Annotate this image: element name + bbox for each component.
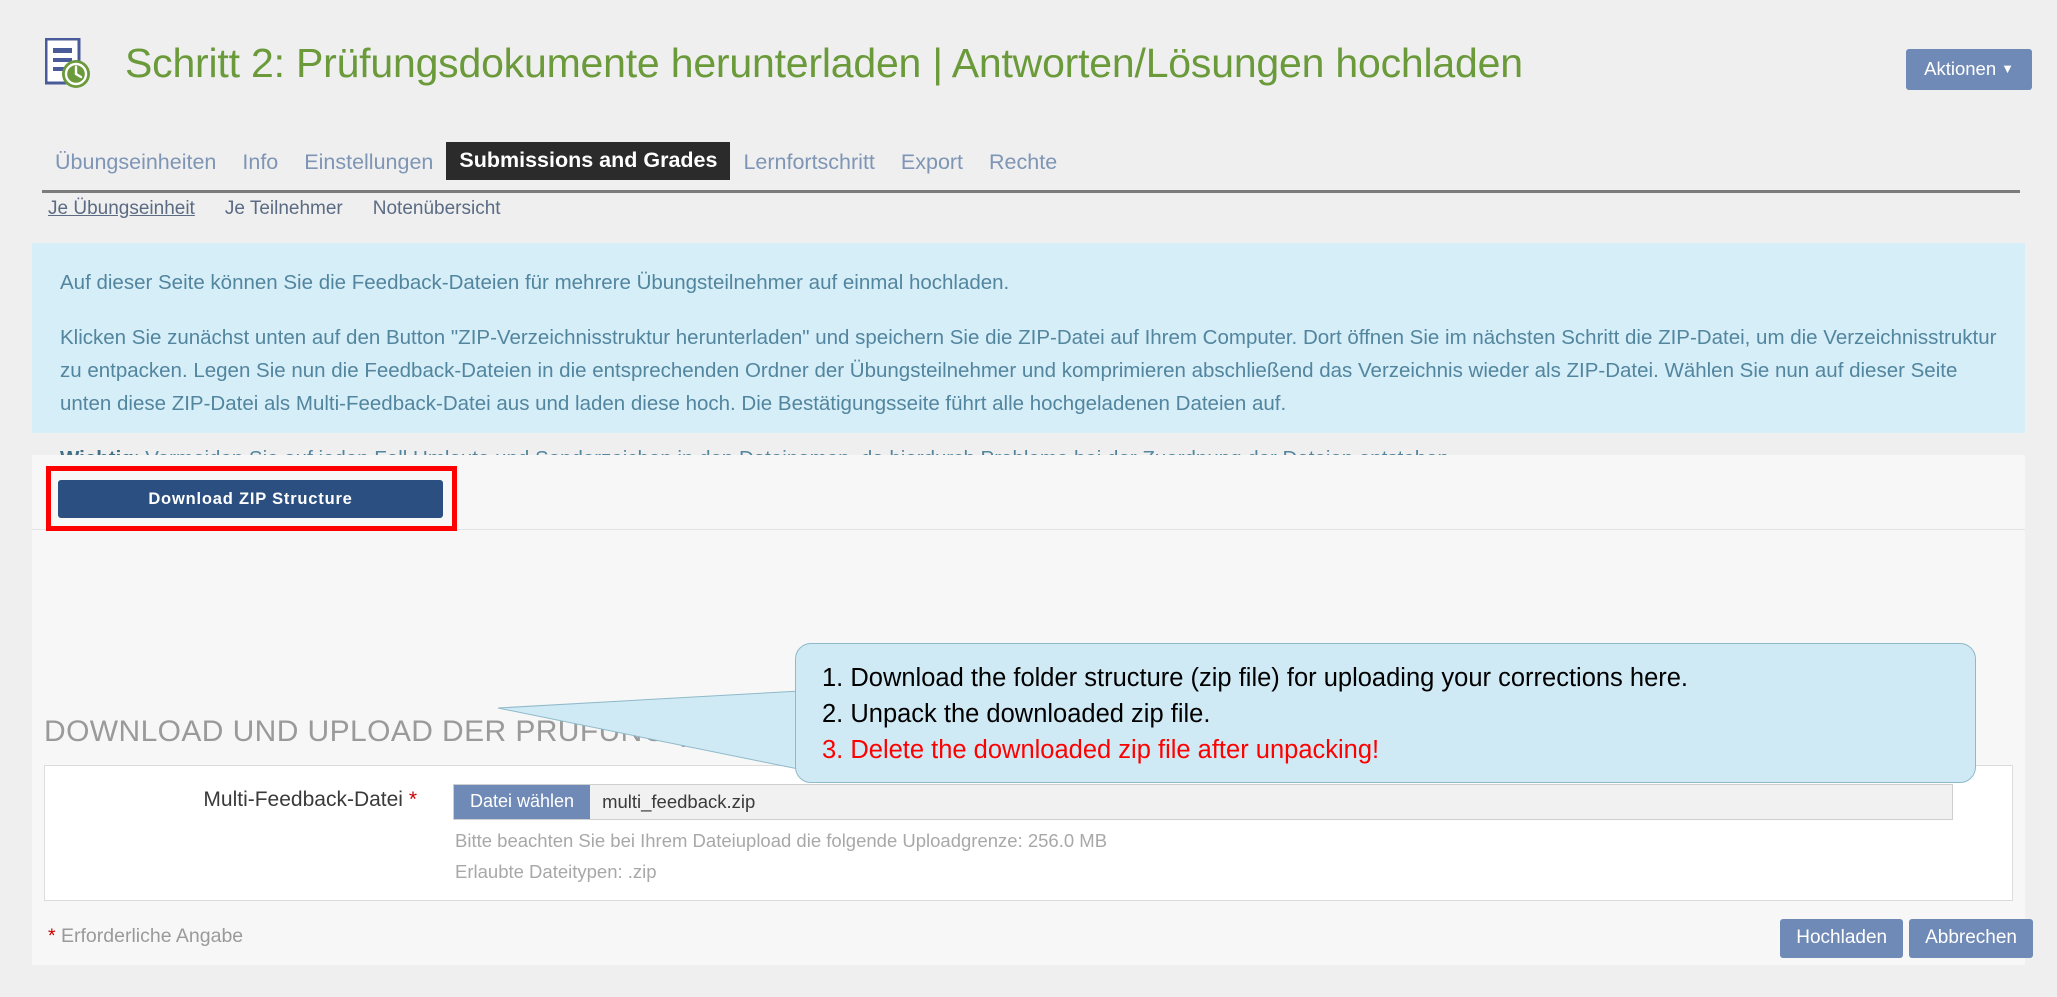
tab-lernfortschritt[interactable]: Lernfortschritt (730, 146, 887, 181)
tab-rechte[interactable]: Rechte (976, 146, 1070, 181)
tabbar-divider (42, 190, 2020, 193)
actions-button-label: Aktionen (1924, 58, 1997, 79)
upload-form: Multi-Feedback-Datei * Datei wählen mult… (44, 765, 2013, 901)
subnav-item-je-teilnehmer[interactable]: Je Teilnehmer (225, 198, 343, 220)
footer-button-group: Hochladen Abbrechen (1780, 919, 2033, 958)
instruction-callout: 1. Download the folder structure (zip fi… (795, 643, 1976, 783)
document-clock-icon (44, 37, 91, 90)
choose-file-button[interactable]: Datei wählen (454, 785, 591, 819)
required-star-icon: * (408, 788, 417, 811)
download-zip-structure-button[interactable]: Download ZIP Structure (58, 480, 443, 518)
page-title: Schritt 2: Prüfungsdokumente herunterlad… (125, 40, 1523, 86)
callout-line-3: 3. Delete the downloaded zip file after … (822, 736, 1380, 764)
sub-navigation: Je Übungseinheit Je Teilnehmer Notenüber… (48, 198, 531, 220)
tab-uebungseinheiten[interactable]: Übungseinheiten (42, 146, 229, 181)
info-paragraph-1: Auf dieser Seite können Sie die Feedback… (60, 271, 1010, 294)
tab-info[interactable]: Info (229, 146, 291, 181)
page-header: Schritt 2: Prüfungsdokumente herunterlad… (0, 0, 2057, 140)
page-root: Schritt 2: Prüfungsdokumente herunterlad… (0, 0, 2057, 997)
info-paragraph-2: Klicken Sie zunächst unten auf den Butto… (60, 326, 1997, 415)
multi-feedback-file-label-text: Multi-Feedback-Datei (203, 788, 403, 811)
required-note-star-icon: * (48, 925, 56, 947)
required-note-text: Erforderliche Angabe (61, 925, 244, 947)
selected-file-name: multi_feedback.zip (590, 785, 1952, 819)
allowed-file-types-hint: Erlaubte Dateitypen: .zip (455, 861, 657, 882)
callout-line-2: 2. Unpack the downloaded zip file. (822, 700, 1211, 728)
upload-limit-hint: Bitte beachten Sie bei Ihrem Dateiupload… (455, 830, 1108, 851)
required-field-note: * Erforderliche Angabe (48, 925, 243, 948)
tab-einstellungen[interactable]: Einstellungen (291, 146, 446, 181)
multi-feedback-file-label: Multi-Feedback-Datei * (45, 788, 417, 812)
tab-export[interactable]: Export (888, 146, 976, 181)
info-box: Auf dieser Seite können Sie die Feedback… (32, 243, 2025, 470)
callout-line-1: 1. Download the folder structure (zip fi… (822, 664, 1689, 692)
main-tabbar: Übungseinheiten Info Einstellungen Submi… (42, 141, 2022, 181)
callout-tail (498, 689, 818, 773)
chevron-down-icon: ▼ (2001, 61, 2014, 76)
tab-submissions-and-grades[interactable]: Submissions and Grades (446, 141, 731, 180)
upload-button[interactable]: Hochladen (1780, 919, 1904, 958)
subnav-item-je-uebungseinheit[interactable]: Je Übungseinheit (48, 198, 195, 220)
file-input-control[interactable]: Datei wählen multi_feedback.zip (453, 784, 1953, 820)
cancel-button[interactable]: Abbrechen (1909, 919, 2033, 958)
actions-button[interactable]: Aktionen ▼ (1906, 49, 2032, 90)
subnav-item-notenuebersicht[interactable]: Notenübersicht (373, 198, 501, 220)
